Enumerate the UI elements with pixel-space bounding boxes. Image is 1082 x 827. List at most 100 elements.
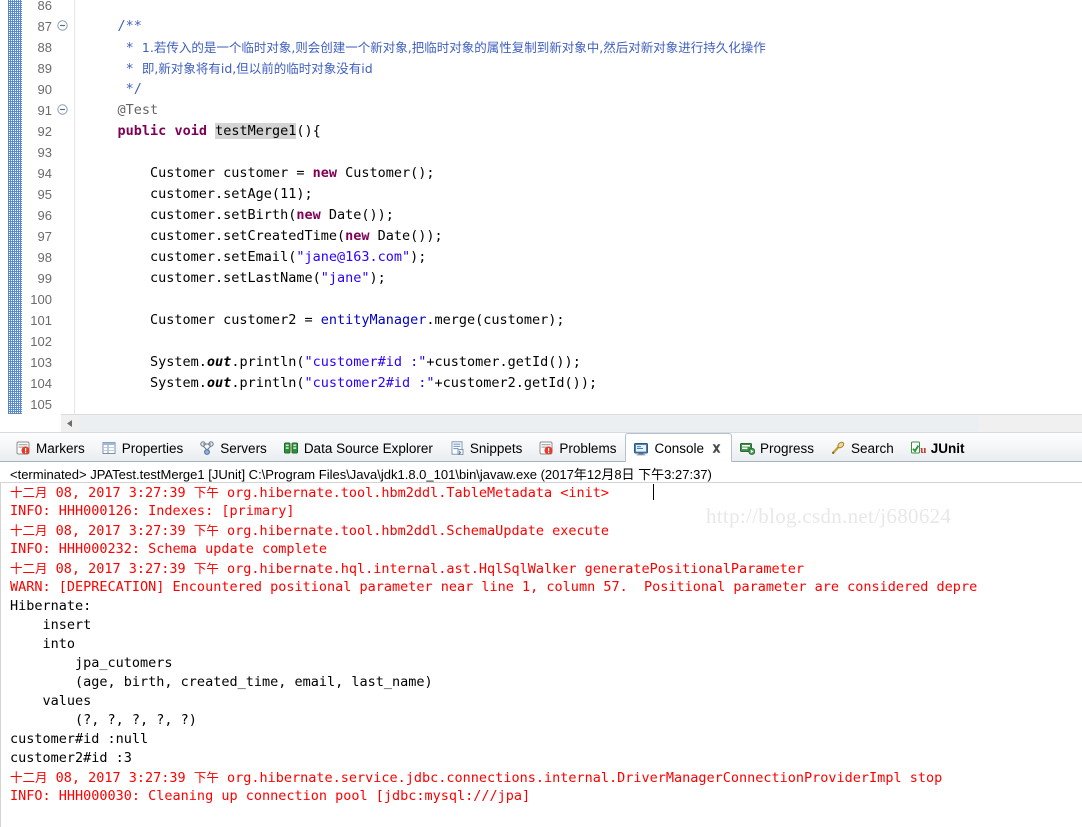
view-tabs[interactable]: Markers Properties Servers Data Source Expl… (8, 432, 974, 464)
code-token: ); (410, 249, 427, 265)
code-token: ); (369, 270, 386, 286)
editor-horizontal-scrollbar[interactable] (61, 414, 1082, 432)
console-text-run: org.hibernate.tool.hbm2ddl.TableMetadata… (218, 485, 609, 501)
console-text-run: 08, 2017 3:27:39 (47, 523, 194, 539)
tab-console[interactable]: Console (625, 432, 732, 464)
tab-snippets[interactable]: Snippets (442, 433, 532, 463)
console-text-run: jpa_cutomers (10, 655, 173, 671)
code-line: */ (85, 79, 142, 100)
code-token: @Test (85, 102, 159, 118)
line-number-gutter: 86 87 88 89 90 91 92 93 94 95 96 97 98 99 100 101 102 10… (22, 0, 74, 432)
progress-icon (739, 440, 755, 456)
code-token: void (174, 123, 207, 139)
line-number: 102 (30, 334, 52, 349)
code-token: "jane" (320, 270, 370, 286)
tab-label: Servers (220, 440, 267, 456)
console-line: Hibernate: (10, 597, 99, 616)
code-line: @Test (85, 100, 159, 121)
tab-servers[interactable]: Servers (192, 433, 276, 463)
fold-collapse-icon[interactable] (57, 20, 70, 33)
fold-collapse-icon[interactable] (57, 104, 70, 117)
code-token: .println( (231, 354, 305, 370)
console-line: jpa_cutomers (10, 654, 173, 673)
console-line: into (10, 635, 76, 654)
console-text-run: customer2#id :3 (10, 750, 132, 766)
line-number: 99 (37, 271, 52, 286)
line-number: 95 (37, 187, 52, 202)
snippets-icon (449, 440, 465, 456)
console-line: WARN: [DEPRECATION] Encountered position… (10, 578, 977, 597)
line-number: 96 (37, 208, 52, 223)
console-text-run: values (10, 693, 92, 709)
tab-data-source-explorer[interactable]: Data Source Explorer (276, 433, 442, 463)
tab-problems[interactable]: Problems (531, 433, 625, 463)
tab-markers[interactable]: Markers (8, 433, 94, 463)
scroll-left-arrow-icon[interactable] (63, 416, 78, 431)
code-line: customer.setLastName("jane"); (85, 268, 386, 289)
console-text-run: 下午 (193, 523, 219, 538)
console-text-run: INFO: HHH000126: Indexes: [primary] (10, 503, 295, 519)
code-token: 即,新对象将有id,但以前的临时对象没有id (141, 61, 373, 76)
line-number: 100 (30, 292, 52, 307)
tab-search[interactable]: Search (823, 433, 903, 463)
tab-progress[interactable]: Progress (732, 433, 823, 463)
tab-label: Progress (759, 440, 815, 456)
tab-label: Properties (121, 440, 184, 456)
code-token: * (85, 40, 142, 56)
console-text-run: 08, 2017 3:27:39 (47, 485, 194, 501)
console-view[interactable]: <terminated> JPATest.testMerge1 [JUnit] … (0, 462, 1082, 827)
line-number: 88 (37, 40, 52, 55)
code-token: * (85, 61, 142, 77)
line-number: 90 (37, 82, 52, 97)
code-token: System. (85, 354, 207, 370)
code-line: * 即,新对象将有id,但以前的临时对象没有id (85, 58, 373, 79)
horizontal-scroll-thumb[interactable] (79, 416, 979, 431)
view-tab-bar[interactable]: Markers Properties Servers Data Source Expl… (0, 432, 1082, 464)
console-text-run: 下午 (193, 485, 219, 500)
problems-icon (538, 440, 554, 456)
console-line: 十二月 08, 2017 3:27:39 下午 org.hibernate.to… (10, 521, 609, 540)
close-icon[interactable] (704, 443, 722, 454)
console-line: customer#id :null (10, 730, 148, 749)
line-number: 105 (30, 397, 52, 412)
console-text-run: (age, birth, created_time, email, last_n… (10, 674, 441, 690)
code-token: Customer customer2 = (85, 312, 321, 328)
code-line: /** (85, 16, 142, 37)
console-line: 十二月 08, 2017 3:27:39 下午 org.hibernate.hq… (10, 559, 804, 578)
markers-icon (15, 440, 31, 456)
code-text-area[interactable]: /** * 1.若传入的是一个临时对象,则会创建一个新对象,把临时对象的属性复制… (74, 0, 1082, 432)
console-line: (age, birth, created_time, email, last_n… (10, 673, 441, 692)
tab-properties[interactable]: Properties (94, 433, 193, 463)
code-token: (){ (296, 123, 321, 139)
line-number: 87 (37, 19, 52, 34)
console-line: INFO: HHH000126: Indexes: [primary] (10, 502, 294, 521)
console-text-run: 十二月 (10, 485, 48, 500)
code-token: out (206, 375, 232, 391)
console-text-run: 08, 2017 3:27:39 (47, 561, 194, 577)
console-text-run: 下午 (193, 770, 219, 785)
tab-junit[interactable]: u JUnit (903, 433, 974, 463)
code-token: /** (85, 18, 142, 34)
code-token: Date()); (320, 207, 394, 223)
console-text-run: INFO: HHH000232: Schema update complete (10, 541, 327, 557)
tab-label: Snippets (469, 440, 523, 456)
code-line: System.out.println("customer#id :"+custo… (85, 352, 581, 373)
code-token: testMerge1 (215, 123, 297, 139)
console-text-run: Hibernate: (10, 598, 100, 614)
code-token: +customer.getId()); (426, 354, 581, 370)
code-line: public void testMerge1(){ (85, 121, 321, 142)
line-number: 94 (37, 166, 52, 181)
console-line: INFO: HHH000232: Schema update complete (10, 540, 327, 559)
code-line: System.out.println("customer2#id :"+cust… (85, 373, 597, 394)
console-output-area[interactable]: http://blog.csdn.net/j680624 十二月 08, 201… (0, 482, 1082, 827)
console-line: INFO: HHH000030: Cleaning up connection … (10, 787, 530, 806)
code-editor[interactable]: 86 87 88 89 90 91 92 93 94 95 96 97 98 99 100 101 102 10… (0, 0, 1082, 432)
line-number: 104 (30, 376, 52, 391)
code-token: customer.setBirth( (85, 207, 297, 223)
console-line: 十二月 08, 2017 3:27:39 下午 org.hibernate.to… (10, 483, 609, 502)
console-text-run: WARN: [DEPRECATION] Encountered position… (10, 579, 978, 595)
code-token: .println( (231, 375, 305, 391)
line-number: 103 (30, 355, 52, 370)
console-text-run: 08, 2017 3:27:39 (47, 770, 194, 786)
